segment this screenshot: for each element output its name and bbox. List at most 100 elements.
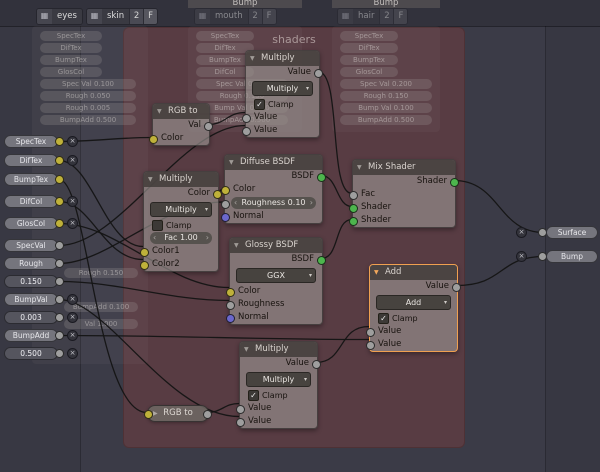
nodetree-icon[interactable]: ▦: [338, 9, 353, 24]
collapse-arrow-icon[interactable]: ▼: [234, 238, 239, 253]
node-rgb-to-bw-top[interactable]: ▼ RGB to Val Color: [149, 103, 213, 146]
group-input-row-gloscol[interactable]: GlosCol ×: [4, 217, 80, 230]
output-socket[interactable]: [450, 178, 459, 187]
clamp-checkbox[interactable]: ✓ Clamp: [378, 312, 449, 324]
roughness-slider[interactable]: ‹ Roughness 0.10 ›: [221, 197, 316, 209]
clamp-checkbox[interactable]: Clamp: [152, 219, 210, 231]
input-socket[interactable]: [221, 200, 230, 209]
nodetree-icon[interactable]: ▦: [37, 9, 52, 24]
socket-pill-label[interactable]: DifTex: [4, 154, 58, 167]
input-socket[interactable]: [226, 288, 235, 297]
input-socket[interactable]: [140, 261, 149, 270]
group-input-row-bumpval-value[interactable]: 0.003 ×: [4, 311, 80, 324]
collapse-arrow-icon[interactable]: ▼: [244, 342, 249, 357]
socket-pill-label[interactable]: Bump: [546, 250, 598, 263]
output-socket[interactable]: [55, 197, 64, 206]
node-diffuse-bsdf[interactable]: ▼ Diffuse BSDF BSDF Color ‹ Roughness 0.…: [221, 154, 326, 224]
input-socket[interactable]: [349, 191, 358, 200]
collapse-arrow-icon[interactable]: ▼: [229, 155, 234, 170]
input-socket[interactable]: [349, 217, 358, 226]
fake-user-button[interactable]: F: [393, 9, 408, 24]
node-mix-color-multiply[interactable]: ▼ Multiply Color Multiply ▾ Clamp ‹ Fac …: [140, 171, 222, 272]
output-socket[interactable]: [317, 173, 326, 182]
datablock-name[interactable]: mouth: [210, 9, 248, 24]
group-input-row-bumpadd[interactable]: BumpAdd ×: [4, 329, 80, 342]
group-input-row-difcol[interactable]: DifCol ×: [4, 195, 80, 208]
socket-pill-label[interactable]: DifCol: [4, 195, 58, 208]
input-socket[interactable]: [366, 341, 375, 350]
output-socket[interactable]: [55, 349, 64, 358]
input-socket[interactable]: [149, 135, 158, 144]
node-header[interactable]: ▼ Multiply: [246, 51, 319, 66]
output-socket[interactable]: [312, 360, 321, 369]
socket-pill-label[interactable]: Rough: [4, 257, 58, 270]
checkbox-icon[interactable]: ✓: [254, 98, 265, 110]
output-socket[interactable]: [314, 69, 323, 78]
datablock-name[interactable]: hair: [353, 9, 380, 24]
clamp-checkbox[interactable]: ✓ Clamp: [248, 389, 309, 401]
socket-value-field[interactable]: 0.003: [4, 311, 58, 324]
socket-pill-label[interactable]: BumpVal: [4, 293, 58, 306]
collapse-arrow-icon[interactable]: ▼: [357, 160, 362, 175]
group-input-row-bumpadd-value[interactable]: 0.500 ×: [4, 347, 80, 360]
math-operation-dropdown[interactable]: Multiply ▾: [246, 372, 311, 387]
output-socket[interactable]: [55, 219, 64, 228]
node-header[interactable]: ▼ Glossy BSDF: [230, 238, 322, 253]
output-socket[interactable]: [55, 331, 64, 340]
group-output-row-bump[interactable]: × Bump: [516, 250, 600, 263]
output-socket[interactable]: [55, 241, 64, 250]
collapse-arrow-icon[interactable]: ▼: [148, 172, 153, 187]
output-socket[interactable]: [452, 283, 461, 292]
users-count-button[interactable]: 2: [379, 9, 394, 24]
input-socket[interactable]: [221, 186, 230, 195]
checkbox-icon[interactable]: ✓: [248, 389, 259, 401]
clamp-checkbox[interactable]: ✓ Clamp: [254, 98, 311, 110]
output-socket[interactable]: [55, 313, 64, 322]
group-input-row-specval[interactable]: SpecVal: [4, 239, 80, 252]
node-math-add-selected[interactable]: ▼ Add Value Add ▾ ✓ Clamp Value Value: [366, 264, 461, 352]
output-socket[interactable]: [203, 410, 212, 419]
math-operation-dropdown[interactable]: Add ▾: [376, 295, 451, 310]
datablock-name[interactable]: eyes: [52, 9, 82, 24]
node-header[interactable]: ▼ RGB to: [153, 104, 209, 119]
input-socket[interactable]: [242, 114, 251, 123]
output-socket[interactable]: [317, 256, 326, 265]
collapse-arrow-icon[interactable]: ▼: [374, 265, 379, 280]
input-socket[interactable]: [144, 410, 153, 419]
node-math-multiply-top[interactable]: ▼ Multiply Value Multiply ▾ ✓ Clamp Valu…: [242, 50, 323, 138]
group-input-row-diftex[interactable]: DifTex ×: [4, 154, 80, 167]
output-socket[interactable]: [55, 175, 64, 184]
input-socket[interactable]: [221, 213, 230, 222]
group-input-row-bumpval[interactable]: BumpVal ×: [4, 293, 80, 306]
users-count-button[interactable]: 2: [247, 9, 262, 24]
group-input-row-bumptex[interactable]: BumpTex: [4, 173, 80, 186]
socket-pill-label[interactable]: SpecTex: [4, 135, 58, 148]
nodetree-icon[interactable]: ▦: [87, 9, 102, 24]
socket-pill-label[interactable]: Surface: [546, 226, 598, 239]
distribution-dropdown[interactable]: GGX ▾: [236, 268, 316, 283]
datablock-name[interactable]: skin: [102, 9, 130, 24]
socket-pill-label[interactable]: GlosCol: [4, 217, 58, 230]
input-socket[interactable]: [226, 314, 235, 323]
math-operation-dropdown[interactable]: Multiply ▾: [252, 81, 313, 96]
node-math-multiply-bottom[interactable]: ▼ Multiply Value Multiply ▾ ✓ Clamp Valu…: [236, 341, 321, 429]
node-header[interactable]: ▼ Add: [370, 265, 457, 280]
input-socket[interactable]: [349, 204, 358, 213]
output-socket[interactable]: [204, 122, 213, 131]
checkbox-icon[interactable]: ✓: [378, 312, 389, 324]
collapse-arrow-icon[interactable]: ▼: [250, 51, 255, 66]
input-socket[interactable]: [236, 405, 245, 414]
socket-pill-label[interactable]: BumpTex: [4, 173, 58, 186]
output-socket[interactable]: [55, 137, 64, 146]
group-input-row-rough-value[interactable]: 0.150: [4, 275, 80, 288]
node-mix-shader[interactable]: ▼ Mix Shader Shader Fac Shader Shader: [349, 159, 459, 228]
output-socket[interactable]: [55, 156, 64, 165]
input-socket[interactable]: [242, 127, 251, 136]
group-input-row-spectex[interactable]: SpecTex ×: [4, 135, 80, 148]
node-rgb-to-bw-bottom-collapsed[interactable]: ▶ RGB to: [144, 405, 212, 422]
group-output-row-surface[interactable]: × Surface: [516, 226, 600, 239]
users-count-button[interactable]: 2: [129, 9, 144, 24]
output-socket[interactable]: [55, 277, 64, 286]
socket-pill-label[interactable]: BumpAdd: [4, 329, 58, 342]
fake-user-button[interactable]: F: [261, 9, 276, 24]
